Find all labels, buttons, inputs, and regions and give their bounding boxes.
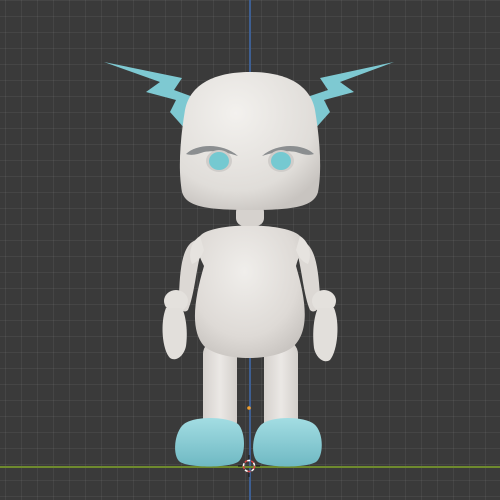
right-ear-spike (304, 62, 394, 130)
3d-viewport[interactable] (0, 0, 500, 500)
head (179, 72, 321, 210)
right-shoe (253, 418, 322, 467)
left-shoe (175, 418, 244, 467)
left-ear-spike (104, 62, 196, 130)
character-model[interactable] (0, 0, 500, 500)
torso (190, 225, 310, 358)
object-origin-icon[interactable] (247, 406, 251, 410)
